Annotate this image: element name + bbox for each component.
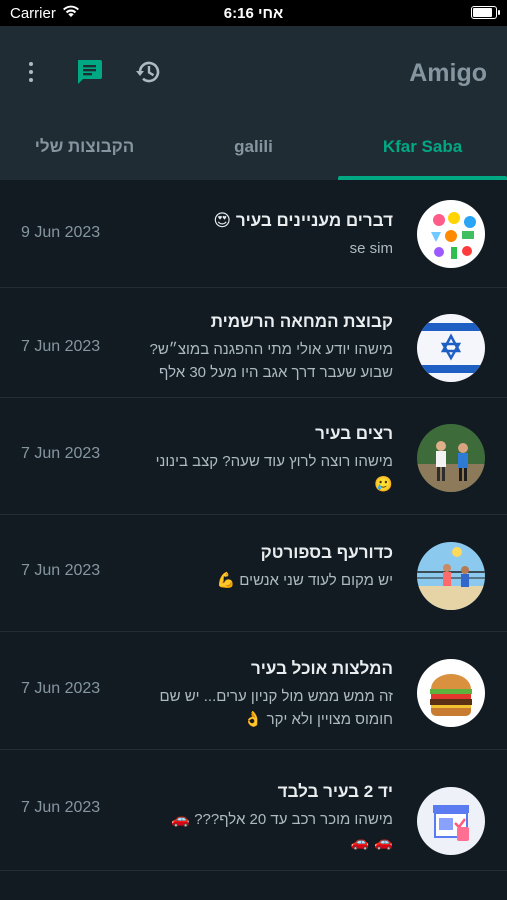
tab-bar: Kfar Saba galili הקבוצות שלי	[0, 118, 507, 180]
list-item[interactable]: רצים בעיר מישהו רוצה לרוץ עוד שעה? קצב ב…	[0, 397, 507, 515]
group-avatar-burger	[417, 659, 485, 727]
tab-label: galili	[234, 137, 273, 156]
clock: 6:16 אחי	[223, 5, 284, 22]
last-message-emoji: 🚗 🚗	[350, 833, 393, 851]
history-icon[interactable]	[133, 57, 163, 92]
group-name: קבוצת המחאה הרשמית	[210, 312, 393, 331]
message-date: 7 Jun 2023	[21, 338, 101, 355]
message-date: 7 Jun 2023	[21, 680, 101, 697]
message-date: 7 Jun 2023	[21, 799, 101, 816]
last-message-emoji: 🥲	[374, 475, 393, 493]
list-item[interactable]: דברים מעניינים בעיר 😍 se sim 9 Jun 2023	[0, 180, 507, 288]
group-avatar-volleyball	[417, 542, 485, 610]
message-date: 7 Jun 2023	[21, 562, 101, 579]
group-name: המלצות אוכל בעיר	[250, 659, 393, 678]
group-avatar-israel-flag	[417, 314, 485, 382]
list-item[interactable]: קבוצת המחאה הרשמית מישהו יודע אולי מתי ה…	[0, 287, 507, 398]
group-text: יד 2 בעיר בלבד מישהו מוכר רכב עד 20 אלף?…	[13, 781, 393, 854]
list-item[interactable]: המלצות אוכל בעיר זה ממש ממש מול קניון ער…	[0, 631, 507, 750]
message-date: 7 Jun 2023	[21, 445, 101, 462]
group-avatar-stickers	[417, 200, 485, 268]
tab-galili[interactable]: galili	[169, 118, 338, 180]
battery-icon	[471, 6, 500, 19]
app-title: Amigo	[409, 59, 487, 87]
group-avatar-runners	[417, 424, 485, 492]
list-item[interactable]: כדורעף בספורטק יש מקום לעוד שני אנשים 💪 …	[0, 514, 507, 632]
tab-label: Kfar Saba	[382, 137, 463, 156]
chat-icon[interactable]	[74, 57, 104, 92]
message-date: 9 Jun 2023	[21, 224, 101, 241]
group-name: רצים בעיר	[315, 424, 393, 443]
last-message-line: שבוע שעבר דרך אגב היו מעל 30 אלף	[159, 364, 393, 381]
list-item[interactable]: יד 2 בעיר בלבד מישהו מוכר רכב עד 20 אלף?…	[0, 749, 507, 871]
tab-label: הקבוצות שלי	[34, 137, 135, 156]
last-message-line: חומוס מצויין ולא יקר 👌	[243, 711, 393, 728]
more-vertical-icon[interactable]	[21, 62, 41, 86]
status-bar: Carrier 6:16 אחי	[0, 0, 507, 26]
group-name: כדורעף בספורטק	[260, 543, 393, 562]
group-avatar-shop	[417, 787, 485, 855]
tab-kfar-saba[interactable]: Kfar Saba	[338, 118, 507, 180]
app-header: Amigo	[0, 26, 507, 118]
tab-my-groups[interactable]: הקבוצות שלי	[0, 118, 169, 180]
